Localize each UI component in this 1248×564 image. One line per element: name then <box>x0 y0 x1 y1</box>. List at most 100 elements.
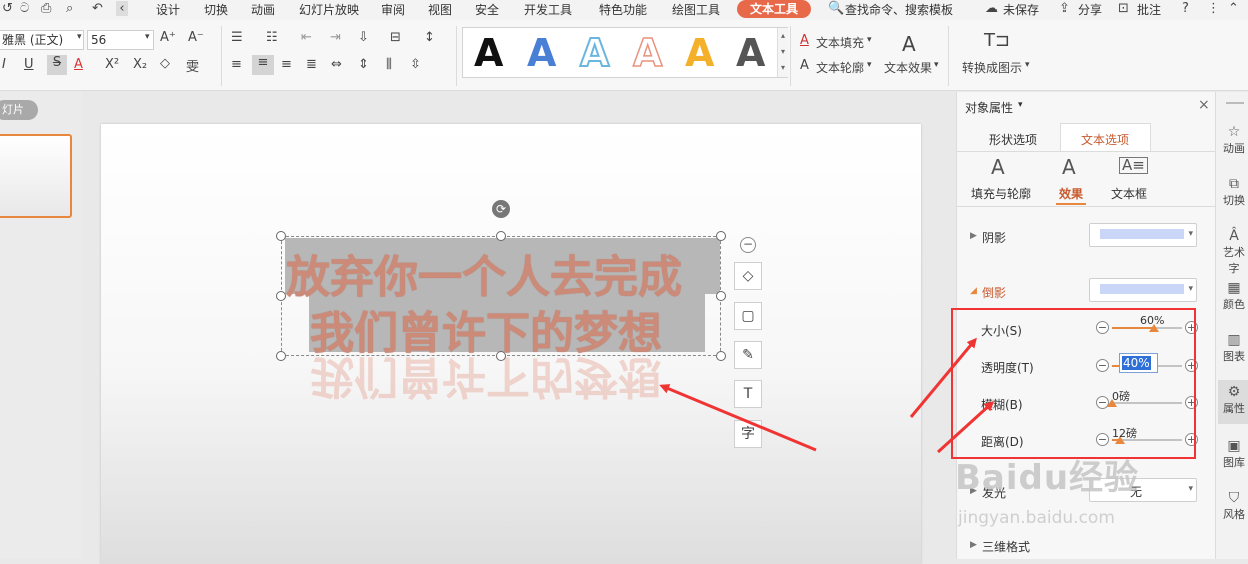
clear-format-icon[interactable]: ◇ <box>160 56 170 71</box>
resize-handle[interactable] <box>276 231 286 241</box>
comment-button[interactable]: 批注 <box>1137 1 1161 18</box>
chevron-down-icon[interactable]: ▾ <box>934 60 939 70</box>
rotate-icon[interactable]: ⟳ <box>492 200 510 218</box>
brush-icon[interactable]: ✎ <box>734 341 762 369</box>
line-spacing-icon[interactable]: ↕ <box>424 30 435 45</box>
rail-chart[interactable]: ▥ 图表 <box>1220 332 1248 364</box>
rail-transition[interactable]: ⧉ 切换 <box>1220 176 1248 208</box>
text-outline-button[interactable]: 文本轮廓 <box>816 59 864 76</box>
italic-icon[interactable]: I <box>2 57 6 72</box>
subtab-fill-outline[interactable]: 填充与轮廓 <box>971 185 1031 202</box>
tab-developer[interactable]: 开发工具 <box>524 1 572 18</box>
font-size-select[interactable]: 56 <box>87 30 154 50</box>
tab-slideshow[interactable]: 幻灯片放映 <box>299 1 359 18</box>
gallery-scroll[interactable]: ▴ ▾ ▾ <box>777 28 788 77</box>
strikethrough-icon[interactable]: S <box>47 55 67 75</box>
share-button[interactable]: 分享 <box>1078 1 1102 18</box>
text-fill-icon[interactable]: A <box>800 33 809 48</box>
drag-handle[interactable] <box>1226 102 1244 104</box>
text-direction-icon[interactable]: ⇩ <box>358 30 369 45</box>
chevron-down-icon[interactable]: ▾ <box>77 32 82 42</box>
tab-drawing-tools[interactable]: 绘图工具 <box>672 1 720 18</box>
slides-tab-label[interactable]: 灯片 <box>0 100 38 120</box>
resize-handle[interactable] <box>496 351 506 361</box>
style-gold[interactable]: A <box>685 31 714 75</box>
style-black[interactable]: A <box>474 31 503 75</box>
style-blue[interactable]: A <box>527 31 556 75</box>
superscript-icon[interactable]: X² <box>105 57 119 72</box>
paragraph-spacing-icon[interactable]: ⇕ <box>358 57 369 72</box>
resize-handle[interactable] <box>716 231 726 241</box>
tab-transition[interactable]: 切换 <box>204 1 228 18</box>
align-left-icon[interactable]: ≡ <box>231 57 242 72</box>
textbox-icon[interactable]: A≡ <box>1119 157 1148 174</box>
print-icon[interactable]: ⎙ <box>41 1 51 16</box>
subtab-textbox[interactable]: 文本框 <box>1111 185 1147 202</box>
shrink-font-icon[interactable]: A⁻ <box>188 30 204 45</box>
decrease-indent-icon[interactable]: ⇤ <box>301 30 312 45</box>
font-name-select[interactable]: 雅黑 (正文) <box>0 30 84 50</box>
reflection-label[interactable]: 倒影 <box>982 284 1006 301</box>
char-icon[interactable]: 字 <box>734 420 762 448</box>
format-painter-icon[interactable]: ට <box>20 1 29 16</box>
tab-view[interactable]: 视图 <box>428 1 452 18</box>
expand-icon[interactable]: ▶ <box>970 231 977 241</box>
rail-animation[interactable]: ☆ 动画 <box>1220 124 1248 156</box>
resize-handle[interactable] <box>496 231 506 241</box>
shadow-label[interactable]: 阴影 <box>982 229 1006 246</box>
shape-fill-icon[interactable]: ◇ <box>734 262 762 290</box>
align-right-icon[interactable]: ≡ <box>281 57 292 72</box>
convert-graphic-icon[interactable]: T <box>734 380 762 408</box>
grow-font-icon[interactable]: A⁺ <box>160 30 176 45</box>
rail-wordart[interactable]: Â 艺术字 <box>1220 228 1248 276</box>
rail-color[interactable]: ▦ 颜色 <box>1220 280 1248 312</box>
distribute-icon[interactable]: ⇔ <box>331 57 342 72</box>
tab-review[interactable]: 审阅 <box>381 1 405 18</box>
rail-gallery[interactable]: ▣ 图库 <box>1220 438 1248 470</box>
resize-handle[interactable] <box>276 291 286 301</box>
slide-thumbnail[interactable] <box>0 134 72 218</box>
style-outline-orange[interactable]: A <box>632 30 663 76</box>
chevron-down-icon[interactable]: ▾ <box>1018 100 1023 110</box>
rail-style[interactable]: ⛉ 风格 <box>1220 490 1248 522</box>
phonetic-icon[interactable]: 雯 <box>186 56 199 75</box>
style-gray[interactable]: A <box>736 31 765 75</box>
fill-outline-icon[interactable]: A <box>991 155 1005 179</box>
numbering-icon[interactable]: ☷ <box>266 30 278 45</box>
text-box-selection[interactable] <box>281 236 721 356</box>
rail-properties[interactable]: ⚙ 属性 <box>1220 384 1248 416</box>
collapse-icon[interactable]: − <box>740 237 756 253</box>
subscript-icon[interactable]: X₂ <box>133 57 147 72</box>
font-color-icon[interactable]: A <box>74 57 83 72</box>
tab-text-tools[interactable]: 文本工具 <box>737 0 811 18</box>
convert-graphic-icon[interactable]: T⊐ <box>984 30 1010 51</box>
underline-icon[interactable]: U <box>24 57 34 72</box>
search-command-input[interactable]: 查找命令、搜索模板 <box>845 1 953 18</box>
help-icon[interactable]: ? <box>1182 1 1189 16</box>
columns-icon[interactable]: ⫼ <box>386 57 392 72</box>
text-effect-icon[interactable]: A <box>902 32 916 56</box>
style-outline-blue[interactable]: A <box>579 30 610 76</box>
tab-text-options[interactable]: 文本选项 <box>1081 131 1129 148</box>
subtab-effects[interactable]: 效果 <box>1059 185 1083 202</box>
close-icon[interactable]: × <box>1198 97 1210 113</box>
shape-outline-icon[interactable]: ▢ <box>734 302 762 330</box>
tab-shape-options[interactable]: 形状选项 <box>989 131 1037 148</box>
tab-security[interactable]: 安全 <box>475 1 499 18</box>
unsaved-status[interactable]: 未保存 <box>1003 1 1039 18</box>
shadow-dropdown[interactable]: ▾ <box>1089 223 1197 247</box>
scroll-left-icon[interactable]: ‹ <box>116 1 128 16</box>
justify-icon[interactable]: ≣ <box>306 57 317 72</box>
collapse-icon[interactable]: ◢ <box>970 286 977 296</box>
undo-icon[interactable]: ↶ <box>92 1 103 16</box>
tab-design[interactable]: 设计 <box>156 1 180 18</box>
preview-icon[interactable]: ⌕ <box>66 1 73 16</box>
chevron-down-icon[interactable]: ▾ <box>867 60 872 70</box>
three-d-format-label[interactable]: 三维格式 <box>982 538 1030 555</box>
resize-handle[interactable] <box>716 351 726 361</box>
effects-icon[interactable]: A <box>1062 155 1076 179</box>
expand-icon[interactable]: ▶ <box>970 540 977 550</box>
resize-handle[interactable] <box>716 291 726 301</box>
align-text-icon[interactable]: ⊟ <box>390 30 401 45</box>
more-icon[interactable]: ⋮ <box>1207 1 1220 16</box>
